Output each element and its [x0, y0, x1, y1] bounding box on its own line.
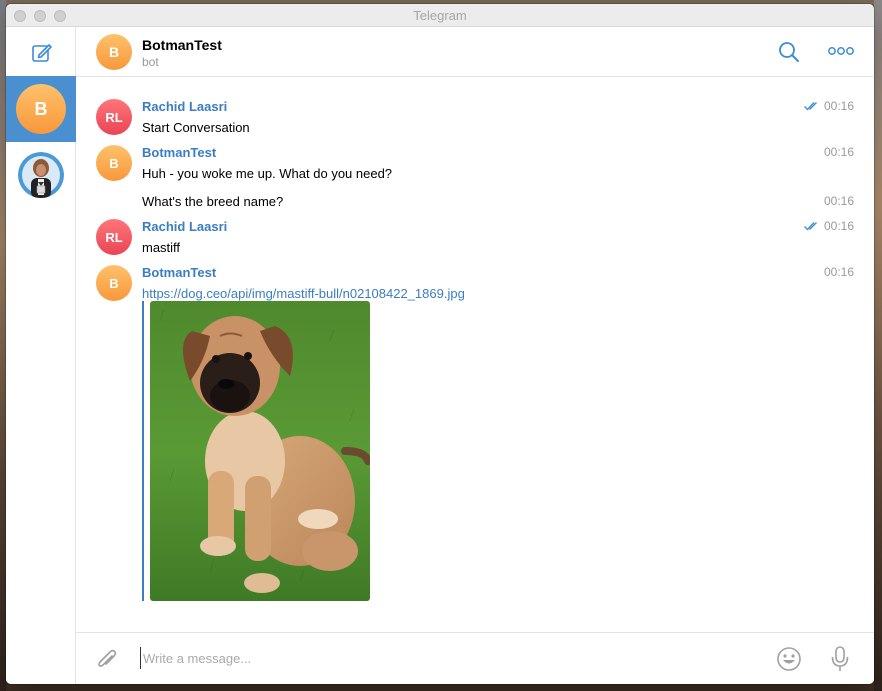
- sender-name[interactable]: BotmanTest: [142, 265, 216, 280]
- sender-name[interactable]: BotmanTest: [142, 145, 216, 160]
- window-title: Telegram: [413, 8, 467, 23]
- double-check-icon: [804, 102, 817, 111]
- avatar: B: [16, 84, 66, 134]
- avatar: [18, 152, 64, 198]
- avatar[interactable]: B: [96, 34, 132, 70]
- message-text: Huh - you woke me up. What do you need?: [142, 166, 393, 181]
- title-bar: Telegram: [6, 4, 874, 27]
- avatar[interactable]: RL: [96, 99, 132, 135]
- message-text: mastiff: [142, 240, 181, 255]
- microphone-icon[interactable]: [830, 645, 850, 673]
- chat-header: B BotmanTest bot: [76, 27, 874, 77]
- sender-name[interactable]: Rachid Laasri: [142, 99, 227, 114]
- dog-image[interactable]: [150, 301, 370, 601]
- message-time: 00:16: [824, 265, 854, 279]
- time-label: 00:16: [823, 145, 854, 159]
- search-icon[interactable]: [778, 41, 800, 63]
- message-text: Start Conversation: [142, 120, 250, 135]
- sender-name[interactable]: Rachid Laasri: [142, 219, 227, 234]
- message-input[interactable]: [140, 647, 660, 669]
- more-icon[interactable]: [828, 45, 854, 57]
- message-time: 00:16: [804, 219, 854, 233]
- link-preview: [142, 301, 370, 601]
- desktop-background: [874, 0, 882, 691]
- time-label: 00:16: [823, 99, 854, 113]
- paperclip-icon[interactable]: [96, 647, 118, 671]
- double-check-icon: [804, 222, 817, 231]
- avatar[interactable]: B: [96, 265, 132, 301]
- emoji-icon[interactable]: [776, 646, 802, 672]
- time-label: 00:16: [823, 219, 854, 233]
- avatar[interactable]: RL: [96, 219, 132, 255]
- message-text: What's the breed name?: [142, 194, 284, 209]
- time-label: 00:16: [823, 265, 854, 279]
- avatar[interactable]: B: [96, 145, 132, 181]
- message-time: 00:16: [804, 99, 854, 113]
- message-link[interactable]: https://dog.ceo/api/img/mastiff-bull/n02…: [142, 286, 465, 301]
- compose-icon[interactable]: [30, 41, 54, 65]
- message-time: 00:16: [824, 194, 854, 208]
- chat-item-botmantest[interactable]: B: [6, 76, 76, 142]
- message-list: RL Rachid Laasri Start Conversation 00:1…: [76, 78, 874, 632]
- chat-sidebar: B: [6, 27, 76, 684]
- chat-status: bot: [142, 55, 159, 69]
- message-time: 00:16: [824, 145, 854, 159]
- chat-title[interactable]: BotmanTest: [142, 37, 222, 53]
- message-input-bar: [76, 632, 874, 684]
- chat-item-contact[interactable]: [6, 142, 76, 208]
- app-window: Telegram B B BotmanTest bot RL Rachid La…: [6, 4, 874, 684]
- time-label: 00:16: [823, 194, 854, 208]
